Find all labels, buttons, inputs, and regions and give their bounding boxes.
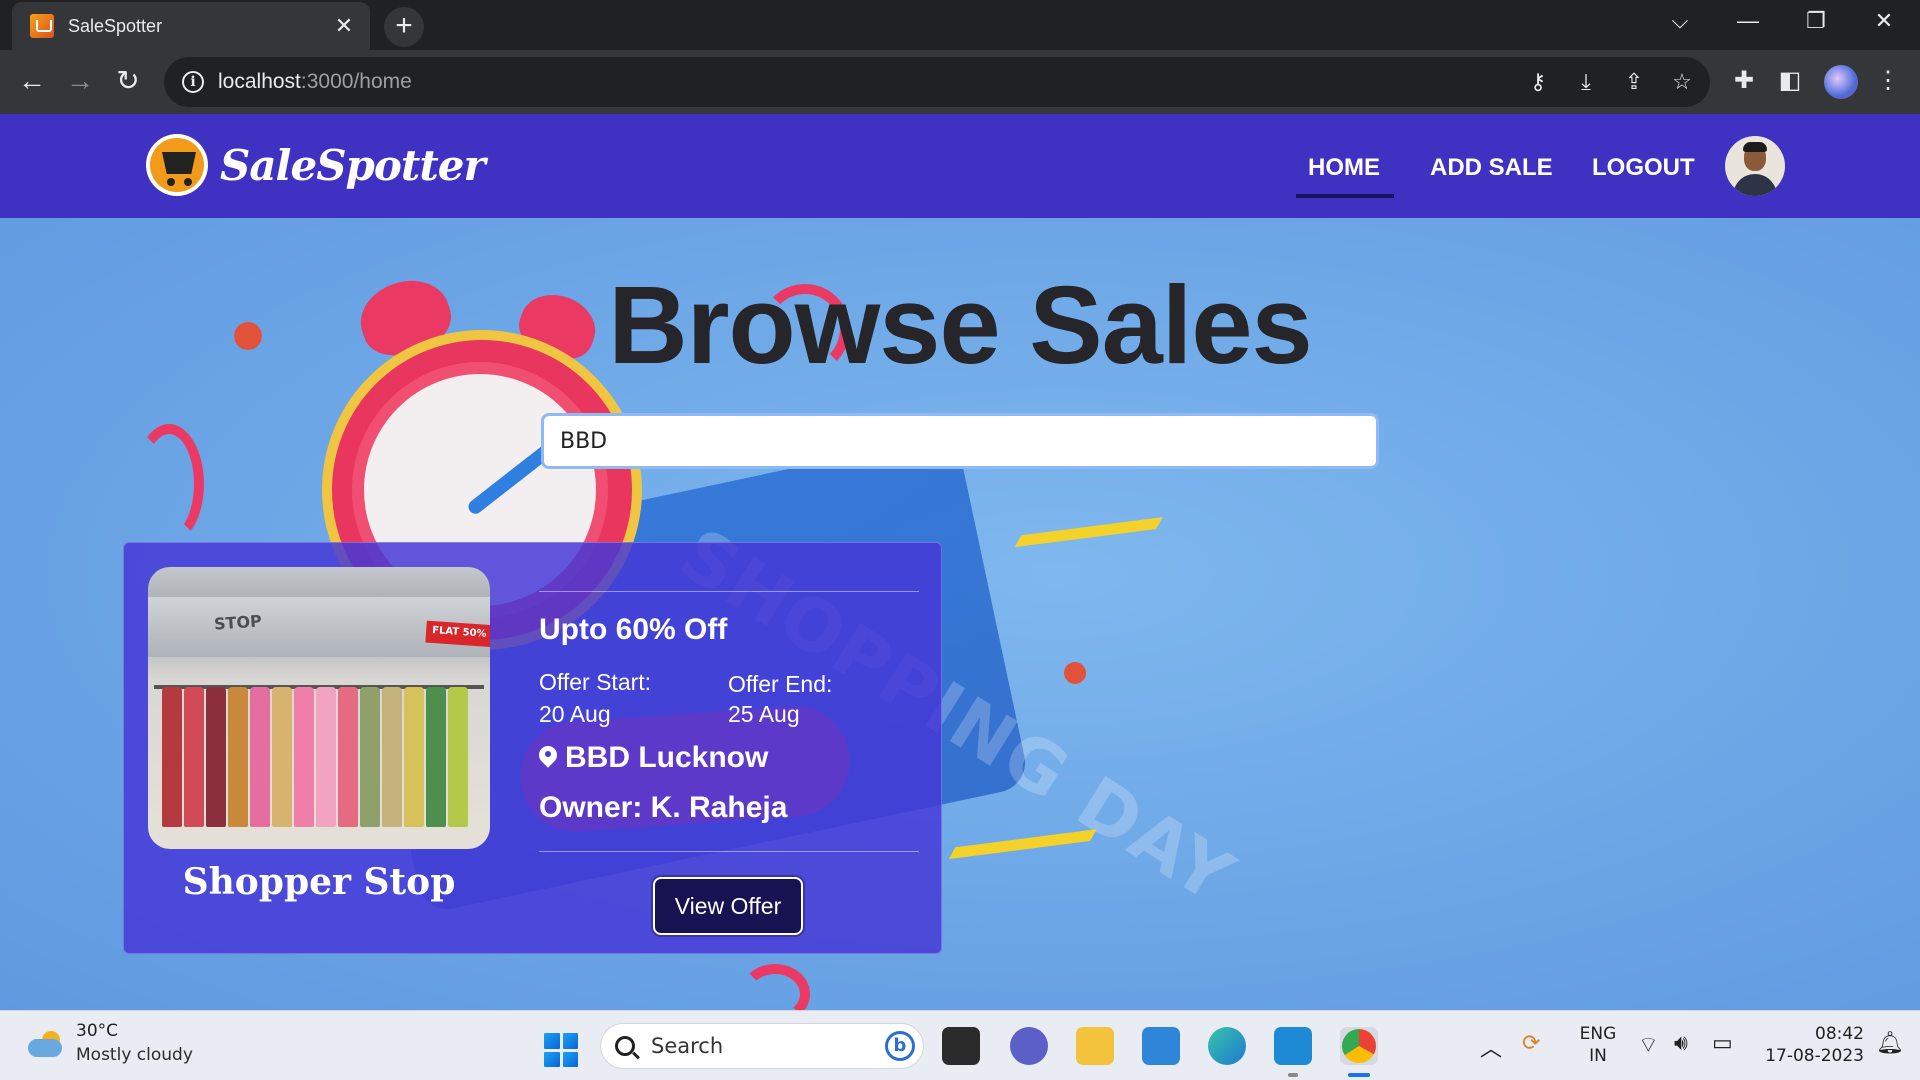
decor-dot xyxy=(1064,662,1086,684)
reload-icon[interactable]: ↻ xyxy=(110,64,146,100)
browser-menu-icon[interactable]: ⋮ xyxy=(1872,66,1904,95)
offer-start-date: 20 Aug xyxy=(539,701,611,727)
volume-icon[interactable]: 🔊︎ xyxy=(1674,1031,1688,1056)
shopping-cart-logo-icon xyxy=(146,134,208,196)
sale-card: STOP FLAT 50% Shopper Stop Upto 60% Off … xyxy=(123,542,942,954)
site-info-icon[interactable]: i xyxy=(182,71,204,93)
share-icon[interactable]: ⇪ xyxy=(1620,69,1648,95)
search-icon xyxy=(615,1036,635,1056)
nav-logout[interactable]: LOGOUT xyxy=(1592,154,1695,182)
weather-temperature[interactable]: 30°C xyxy=(76,1021,118,1041)
input-language[interactable]: ENG IN xyxy=(1578,1023,1618,1067)
active-app-indicator xyxy=(1348,1073,1370,1077)
map-pin-icon xyxy=(539,746,557,770)
location-text: BBD Lucknow xyxy=(565,741,769,774)
show-hidden-icons-chevron[interactable]: ︿ xyxy=(1480,1031,1502,1063)
url-text: localhost:3000/home xyxy=(218,70,412,93)
sync-icon[interactable]: ⟳ xyxy=(1522,1031,1540,1056)
tab-title: SaleSpotter xyxy=(68,15,163,36)
bookmark-star-icon[interactable]: ☆ xyxy=(1668,69,1696,95)
region-code: IN xyxy=(1589,1046,1607,1066)
owner-text: Owner: K. Raheja xyxy=(539,791,788,824)
taskbar-search-placeholder: Search xyxy=(651,1034,724,1058)
weather-condition[interactable]: Mostly cloudy xyxy=(76,1045,193,1065)
card-divider xyxy=(539,591,919,592)
battery-icon[interactable]: ▭ xyxy=(1712,1031,1733,1056)
browser-toolbar: ← → ↻ i localhost:3000/home ⚷ ⤓ ⇪ ☆ ✚ ◧ … xyxy=(0,50,1920,114)
active-nav-indicator xyxy=(1296,194,1394,198)
sale-search-input[interactable] xyxy=(541,413,1379,469)
taskbar-search-box[interactable]: Search b xyxy=(600,1023,924,1069)
view-offer-button[interactable]: View Offer xyxy=(653,877,803,935)
browser-tab-salespotter[interactable]: SaleSpotter ✕ xyxy=(12,2,370,50)
minimize-window-button[interactable]: — xyxy=(1728,8,1768,34)
user-avatar[interactable] xyxy=(1725,136,1785,196)
partly-cloudy-icon[interactable] xyxy=(28,1031,64,1057)
nav-home[interactable]: HOME xyxy=(1308,154,1380,182)
salespotter-favicon-icon xyxy=(30,14,54,38)
store-photo: STOP FLAT 50% xyxy=(148,567,490,849)
task-view-icon[interactable] xyxy=(942,1027,980,1065)
system-clock[interactable]: 08:42 17-08-2023 xyxy=(1758,1023,1864,1067)
web-page: SHOPPING DAY SaleSpotter HOME ADD SALE L… xyxy=(0,114,1920,1010)
language-code: ENG xyxy=(1579,1024,1617,1044)
brand-logo-link[interactable]: SaleSpotter xyxy=(146,134,486,196)
nav-add-sale[interactable]: ADD SALE xyxy=(1430,154,1553,182)
file-explorer-icon[interactable] xyxy=(1076,1027,1114,1065)
card-divider xyxy=(539,851,919,852)
windows-start-icon[interactable] xyxy=(544,1033,578,1067)
wifi-icon[interactable]: ⌔ xyxy=(1638,1031,1659,1059)
side-panel-icon[interactable]: ◧ xyxy=(1774,66,1806,95)
password-key-icon[interactable]: ⚷ xyxy=(1524,69,1552,95)
sale-location: BBD Lucknow xyxy=(539,741,768,775)
close-tab-icon[interactable]: ✕ xyxy=(332,13,356,39)
browser-tabstrip: SaleSpotter ✕ + ⌵ — ❐ ✕ xyxy=(0,0,1920,50)
chrome-icon[interactable] xyxy=(1342,1029,1376,1063)
running-indicator xyxy=(1288,1073,1298,1077)
offer-end-label: Offer End: xyxy=(728,671,833,697)
windows-taskbar: 30°C Mostly cloudy Search b ︿ ⟳ ENG IN ⌔… xyxy=(0,1010,1920,1080)
notifications-bell-icon[interactable]: 🔔︎ xyxy=(1876,1031,1904,1056)
clock-time: 08:42 xyxy=(1815,1024,1864,1044)
offer-start-label: Offer Start: xyxy=(539,669,652,695)
vscode-icon[interactable] xyxy=(1274,1027,1312,1065)
close-window-button[interactable]: ✕ xyxy=(1864,8,1904,34)
new-tab-button[interactable]: + xyxy=(384,7,424,47)
mail-icon[interactable] xyxy=(1142,1027,1180,1065)
back-arrow-icon[interactable]: ← xyxy=(14,64,50,100)
address-bar[interactable]: i localhost:3000/home ⚷ ⤓ ⇪ ☆ xyxy=(164,57,1710,107)
install-app-icon[interactable]: ⤓ xyxy=(1572,69,1600,95)
teams-chat-icon[interactable] xyxy=(1010,1027,1048,1065)
bing-icon[interactable]: b xyxy=(885,1031,915,1061)
store-sign-text: STOP xyxy=(213,611,263,634)
store-name: Shopper Stop xyxy=(182,861,456,903)
edge-browser-icon[interactable] xyxy=(1208,1027,1246,1065)
tab-search-chevron-icon[interactable]: ⌵ xyxy=(1660,8,1700,34)
browser-profile-avatar[interactable] xyxy=(1824,65,1858,99)
offer-end-date: 25 Aug xyxy=(728,701,800,727)
extensions-puzzle-icon[interactable]: ✚ xyxy=(1728,66,1760,95)
site-navbar: SaleSpotter HOME ADD SALE LOGOUT xyxy=(0,114,1920,218)
decor-ribbon xyxy=(134,424,204,544)
page-title: Browse Sales xyxy=(608,264,1312,387)
forward-arrow-icon[interactable]: → xyxy=(62,64,98,100)
clock-date: 17-08-2023 xyxy=(1765,1046,1864,1066)
restore-window-button[interactable]: ❐ xyxy=(1796,8,1836,34)
brand-name: SaleSpotter xyxy=(220,140,486,190)
offer-text: Upto 60% Off xyxy=(539,613,728,646)
